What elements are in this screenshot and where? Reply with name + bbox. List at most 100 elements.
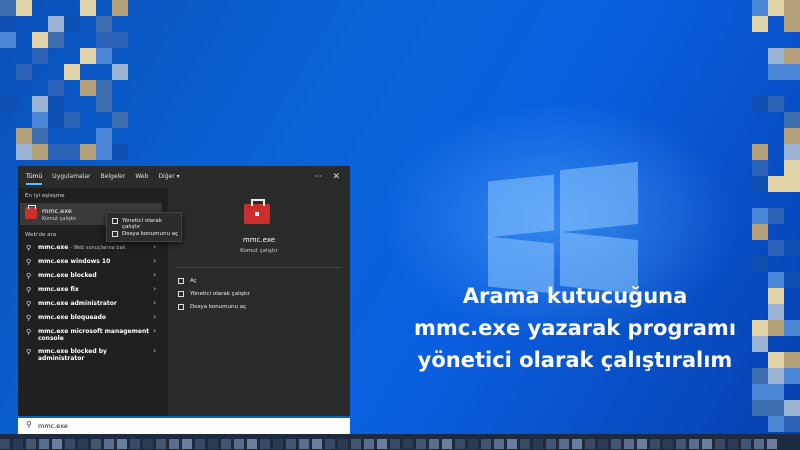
- taskbar-pixel: [65, 439, 75, 449]
- mosaic-pixel: [784, 80, 800, 96]
- web-result-item[interactable]: ⚲ mmc.exe blocked ›: [20, 269, 162, 283]
- taskbar-pixel: [130, 439, 140, 449]
- mosaic-pixel: [752, 16, 768, 32]
- mosaic-pixel: [784, 368, 800, 384]
- caption-line-2: mmc.exe yazarak programı: [413, 316, 737, 340]
- search-input[interactable]: mmc.exe: [38, 422, 68, 430]
- mosaic-pixel: [96, 16, 112, 32]
- mosaic-pixel: [112, 16, 128, 32]
- search-icon: ⚲: [26, 286, 32, 294]
- chevron-right-icon: ›: [153, 271, 156, 279]
- web-result-item[interactable]: ⚲ mmc.exe - Web sonuçlarına bak ›: [20, 241, 162, 255]
- best-match-heading: En iyi eşleşme: [25, 193, 65, 199]
- mosaic-pixel: [784, 304, 800, 320]
- web-result-text: mmc.exe fix: [38, 286, 79, 293]
- web-result-item[interactable]: ⚲ mmc.exe windows 10 ›: [20, 255, 162, 269]
- mosaic-pixel: [768, 144, 784, 160]
- chevron-right-icon: ›: [153, 285, 156, 293]
- mosaic-pixel: [96, 128, 112, 144]
- detail-app-name: mmc.exe: [242, 236, 276, 244]
- taskbar-pixel: [663, 439, 673, 449]
- close-icon[interactable]: ✕: [332, 166, 340, 188]
- mosaic-pixel: [96, 0, 112, 16]
- mosaic-pixel: [784, 0, 800, 16]
- mosaic-pixel: [784, 16, 800, 32]
- mosaic-pixel: [0, 96, 16, 112]
- taskbar-pixel: [234, 439, 244, 449]
- mosaic-pixel: [784, 112, 800, 128]
- web-result-hint: - Web sonuçlarına bak: [68, 245, 126, 251]
- mosaic-pixel: [784, 144, 800, 160]
- mosaic-pixel: [784, 288, 800, 304]
- web-result-item[interactable]: ⚲ mmc.exe administrator ›: [20, 297, 162, 311]
- toolbox-app-icon: [25, 205, 37, 219]
- mosaic-pixel: [784, 256, 800, 272]
- mosaic-pixel: [96, 144, 112, 160]
- mosaic-pixel: [48, 0, 64, 16]
- mosaic-pixel: [752, 208, 768, 224]
- mosaic-pixel: [768, 176, 784, 192]
- context-run-as-admin[interactable]: Yönetici olarak çalıştır: [107, 215, 181, 230]
- mosaic-pixel: [32, 0, 48, 16]
- taskbar-pixel: [702, 439, 712, 449]
- web-result-item[interactable]: ⚲ mmc.exe microsoft management console ›: [20, 325, 162, 345]
- chevron-right-icon: ›: [153, 243, 156, 251]
- taskbar-pixel: [273, 439, 283, 449]
- taskbar-pixel: [728, 439, 738, 449]
- taskbar-pixel: [91, 439, 101, 449]
- mosaic-pixel: [64, 0, 80, 16]
- web-result-item[interactable]: ⚲ mmc.exe fix ›: [20, 283, 162, 297]
- mosaic-pixel: [32, 144, 48, 160]
- mosaic-pixel: [784, 160, 800, 176]
- mosaic-pixel: [112, 80, 128, 96]
- search-box[interactable]: ⚲ mmc.exe: [18, 416, 350, 434]
- taskbar-pixel: [598, 439, 608, 449]
- taskbar-pixel: [403, 439, 413, 449]
- taskbar-pixel: [559, 439, 569, 449]
- mosaic-pixel: [752, 176, 768, 192]
- web-result-item[interactable]: ⚲ mmc.exe bloqueado ›: [20, 311, 162, 325]
- taskbar-pixel: [754, 439, 764, 449]
- folder-icon: [178, 304, 184, 310]
- mosaic-pixel: [768, 0, 784, 16]
- more-options-icon[interactable]: ···: [314, 166, 322, 188]
- taskbar-pixel: [182, 439, 192, 449]
- web-result-item[interactable]: ⚲ mmc.exe blocked by administrator ›: [20, 345, 162, 362]
- mosaic-pixel: [0, 16, 16, 32]
- taskbar-pixel: [169, 439, 179, 449]
- mosaic-pixel: [752, 160, 768, 176]
- taskbar-pixel: [546, 439, 556, 449]
- tab-apps[interactable]: Uygulamalar: [52, 166, 90, 188]
- mosaic-pixel: [752, 112, 768, 128]
- taskbar-pixel: [117, 439, 127, 449]
- mosaic-pixel: [80, 48, 96, 64]
- mosaic-pixel: [112, 48, 128, 64]
- mosaic-pixel: [48, 144, 64, 160]
- taskbar-pixel: [767, 439, 777, 449]
- search-icon: ⚲: [26, 244, 32, 252]
- mosaic-pixel: [784, 384, 800, 400]
- tab-documents[interactable]: Belgeler: [101, 166, 126, 188]
- tab-more[interactable]: Diğer ▾: [158, 166, 179, 188]
- mosaic-pixel: [64, 32, 80, 48]
- mosaic-pixel: [768, 128, 784, 144]
- mosaic-pixel: [112, 128, 128, 144]
- taskbar-pixel: [689, 439, 699, 449]
- tab-all[interactable]: Tümü: [26, 166, 43, 188]
- search-icon: ⚲: [26, 420, 32, 429]
- mosaic-pixel: [784, 32, 800, 48]
- mosaic-pixel: [96, 48, 112, 64]
- mosaic-pixel: [48, 48, 64, 64]
- mosaic-pixel: [0, 64, 16, 80]
- taskbar-pixel: [572, 439, 582, 449]
- context-open-file-location[interactable]: Dosya konumunu aç: [107, 228, 181, 241]
- chevron-right-icon: ›: [153, 347, 156, 355]
- taskbar-pixel: [507, 439, 517, 449]
- taskbar-pixel: [429, 439, 439, 449]
- mosaic-pixel: [768, 192, 784, 208]
- chevron-right-icon: ›: [153, 313, 156, 321]
- mosaic-pixel: [784, 416, 800, 432]
- mosaic-pixel: [16, 144, 32, 160]
- tutorial-caption: Arama kutucuğuna mmc.exe yazarak program…: [370, 280, 780, 376]
- tab-web[interactable]: Web: [135, 166, 148, 188]
